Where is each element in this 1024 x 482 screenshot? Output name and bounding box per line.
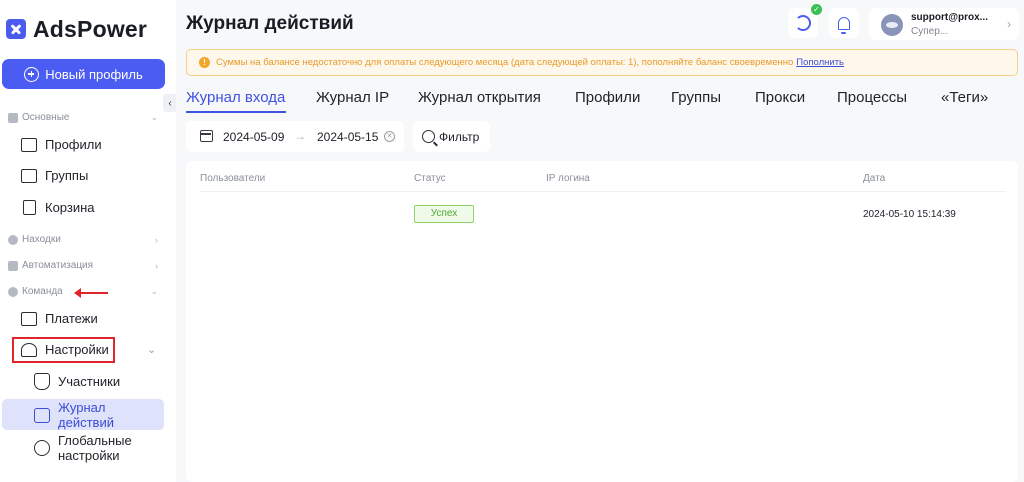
column-header-ip: IP логина [546, 173, 590, 184]
filter-label: Фильтр [439, 129, 480, 144]
warning-icon: ! [199, 57, 210, 68]
filter-button[interactable]: Фильтр [413, 121, 490, 152]
clear-icon[interactable]: ✕ [384, 131, 395, 142]
account-email: support@prox... [911, 12, 988, 23]
tab-tags[interactable]: «Теги» [941, 89, 988, 106]
payment-card-icon [21, 311, 37, 326]
login-log-table: Пользователи Статус IP логина Дата Успех… [186, 161, 1018, 482]
sidebar-item-groups[interactable]: Группы [21, 168, 88, 183]
sidebar-item-label: Платежи [45, 311, 98, 326]
section-basic-label: Основные [22, 112, 70, 123]
compass-icon [8, 234, 18, 245]
home-icon [8, 112, 18, 123]
top-up-link[interactable]: Пополнить [796, 57, 844, 68]
sync-icon [795, 15, 811, 31]
status-badge: Успех [414, 205, 474, 223]
sidebar-item-label: Группы [45, 168, 89, 183]
section-automation-label: Автоматизация [22, 260, 94, 271]
account-menu[interactable]: support@prox... Супер... › [869, 8, 1019, 40]
page-title: Журнал действий [186, 13, 354, 34]
folder-open-icon [21, 168, 37, 183]
bell-icon [838, 16, 850, 34]
shield-icon [34, 373, 50, 390]
sidebar-subitem-label-line2: настройки [58, 448, 120, 463]
automation-icon [8, 260, 18, 271]
sidebar: AdsPower Новый профиль ‹ Основные ⌄ Проф… [0, 0, 177, 482]
sidebar-item-payments[interactable]: Платежи [21, 311, 98, 326]
chevron-right-icon: › [155, 234, 158, 245]
settings-hex-icon [34, 440, 50, 456]
sync-button[interactable]: ✓ [788, 4, 822, 38]
annotation-arrow [74, 288, 108, 298]
date-range-picker[interactable]: 2024-05-09 → 2024-05-15 ✕ [186, 121, 404, 152]
date-to[interactable]: 2024-05-15 [317, 130, 378, 144]
tab-profiles[interactable]: Профили [575, 89, 640, 106]
tab-login-log[interactable]: Журнал входа [186, 89, 285, 106]
users-icon [21, 342, 37, 357]
new-profile-button[interactable]: Новый профиль [2, 59, 165, 89]
cell-date: 2024-05-10 15:14:39 [863, 209, 956, 220]
folder-icon [21, 137, 37, 152]
sidebar-item-settings[interactable]: Настройки [21, 342, 109, 357]
section-team-label: Команда [22, 286, 63, 297]
plus-circle-icon [24, 66, 40, 82]
sidebar-subitem-label-line1: Журнал [58, 400, 106, 415]
sidebar-item-profiles[interactable]: Профили [21, 137, 102, 152]
column-header-status: Статус [414, 173, 446, 184]
sidebar-item-label: Профили [45, 137, 102, 152]
sidebar-item-label: Настройки [45, 342, 109, 357]
chevron-right-icon: › [1007, 17, 1011, 31]
new-profile-label: Новый профиль [45, 66, 143, 82]
active-tab-indicator [186, 111, 286, 113]
sidebar-subitem-label: Участники [58, 374, 121, 389]
sidebar-subitem-global-settings[interactable]: Глобальные настройки [34, 433, 132, 463]
chevron-right-icon: › [155, 260, 158, 271]
column-header-date: Дата [863, 173, 886, 184]
balance-alert: ! Суммы на балансе недостаточно для опла… [186, 49, 1018, 76]
tab-processes[interactable]: Процессы [837, 89, 907, 106]
chevron-down-icon: ⌄ [150, 286, 158, 296]
tab-groups[interactable]: Группы [671, 89, 721, 106]
chevron-left-icon: ‹ [168, 97, 172, 109]
avatar [881, 14, 903, 36]
logo-text: AdsPower [33, 15, 148, 42]
trash-icon [23, 200, 36, 215]
check-badge-icon: ✓ [811, 4, 822, 15]
sidebar-item-trash[interactable]: Корзина [21, 200, 95, 215]
alert-text: Суммы на балансе недостаточно для оплаты… [216, 57, 794, 68]
sidebar-subitem-action-log[interactable]: Журнал действий [34, 400, 114, 430]
header-divider [200, 191, 1006, 192]
chevron-down-icon: ⌄ [150, 112, 158, 122]
section-basic[interactable]: Основные ⌄ [8, 112, 158, 123]
date-from[interactable]: 2024-05-09 [223, 130, 284, 144]
notifications-button[interactable] [829, 8, 859, 38]
section-finds-label: Находки [22, 234, 61, 245]
arrow-right-icon: → [294, 129, 306, 143]
sidebar-subitem-label-line2: действий [58, 415, 114, 430]
chevron-down-icon[interactable]: ⌄ [147, 343, 156, 356]
sidebar-collapse-button[interactable]: ‹ [163, 94, 177, 112]
column-header-users: Пользователи [200, 173, 266, 184]
calendar-icon [200, 130, 213, 142]
sidebar-subitem-members[interactable]: Участники [34, 373, 120, 390]
section-automation[interactable]: Автоматизация › [8, 260, 158, 271]
section-finds[interactable]: Находки › [8, 234, 158, 245]
tab-proxies[interactable]: Прокси [755, 89, 805, 106]
search-icon [422, 130, 435, 143]
main-content: Журнал действий ✓ support@prox... Супер.… [176, 0, 1024, 482]
account-role: Супер... [911, 26, 949, 37]
tab-open-log[interactable]: Журнал открытия [418, 89, 541, 106]
tab-ip-log[interactable]: Журнал IP [316, 89, 389, 106]
gear-icon [8, 286, 18, 297]
adspower-logo-icon [6, 19, 26, 39]
sidebar-item-label: Корзина [45, 200, 95, 215]
sidebar-subitem-label-line1: Глобальные [58, 433, 132, 448]
clipboard-icon [34, 407, 50, 423]
logo[interactable]: AdsPower [6, 14, 147, 44]
